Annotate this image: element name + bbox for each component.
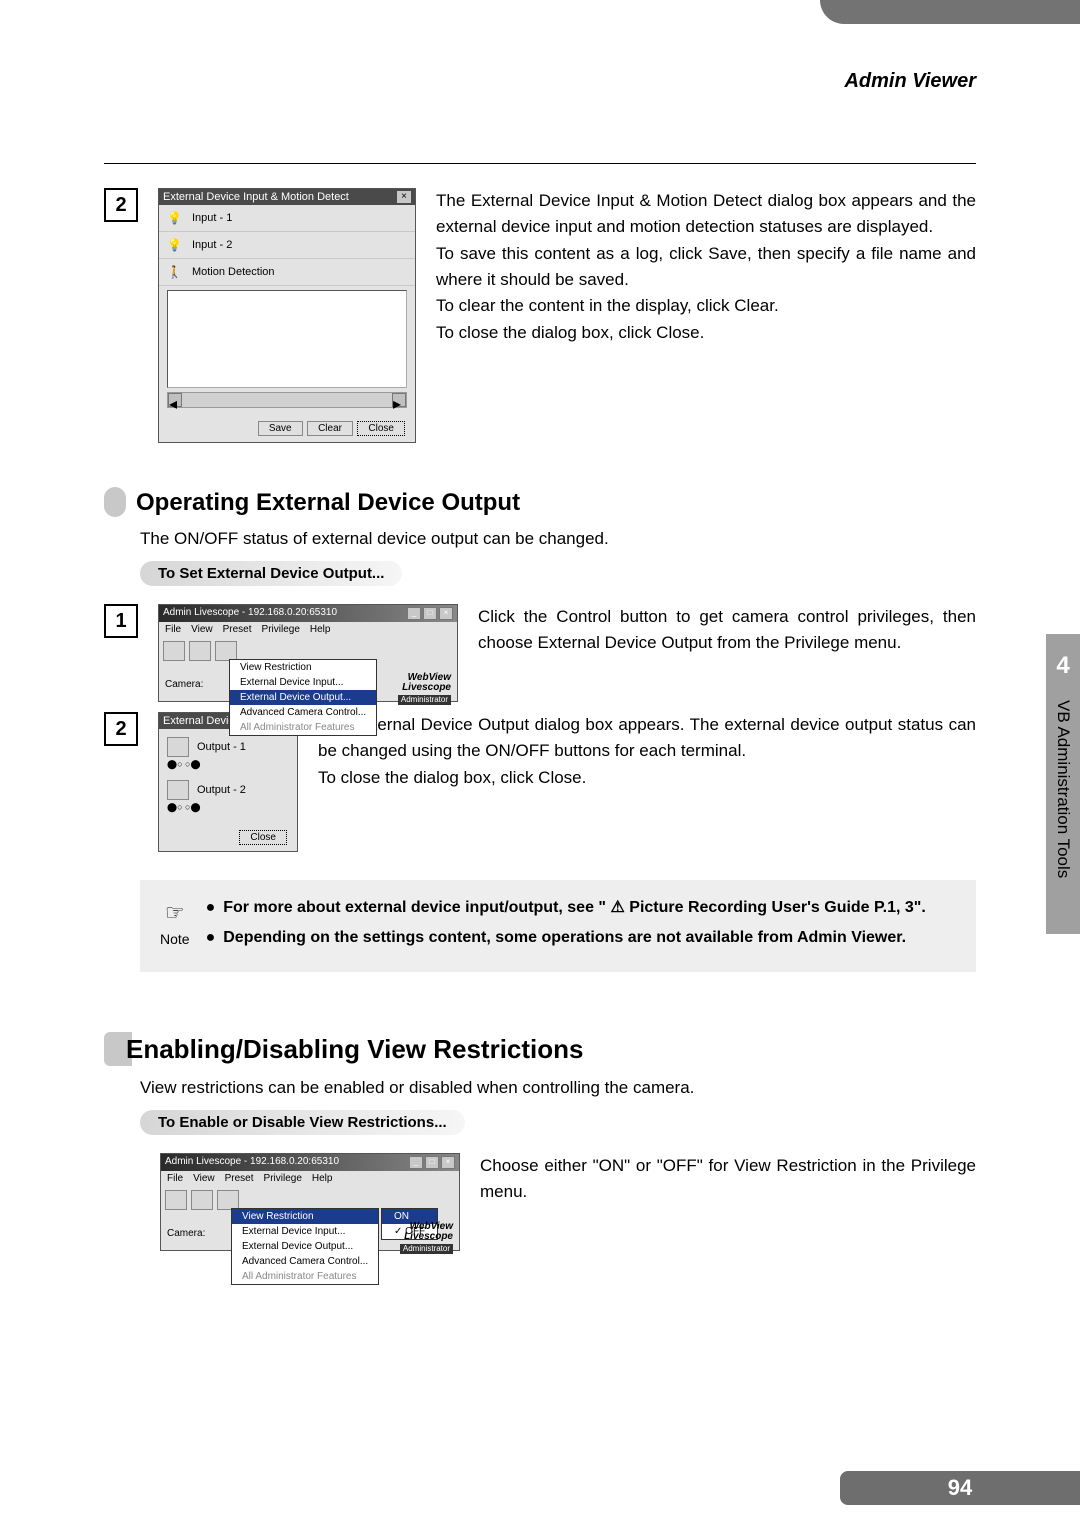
note-box: ☞ Note ● For more about external device …	[140, 880, 976, 972]
menu-file[interactable]: File	[167, 1173, 183, 1184]
input-label: Input - 2	[192, 239, 232, 251]
privilege-submenu[interactable]: View Restriction External Device Input..…	[229, 659, 377, 736]
input-row: 💡 Input - 2	[159, 232, 415, 259]
privilege-submenu[interactable]: View Restriction External Device Input..…	[231, 1208, 379, 1285]
motion-icon: 🚶	[167, 265, 182, 279]
menu-item[interactable]: External Device Input...	[230, 675, 376, 690]
app-titlebar: Admin Livescope - 192.168.0.20:65310 _□×	[159, 605, 457, 622]
bullet-icon: ●	[206, 896, 216, 920]
tool-button[interactable]	[189, 641, 211, 661]
step-badge: 2	[104, 712, 138, 746]
body-text: Choose either "ON" or "OFF" for View Res…	[480, 1153, 976, 1206]
log-area	[167, 290, 407, 388]
motion-row: 🚶 Motion Detection	[159, 259, 415, 286]
menu-item-selected[interactable]: View Restriction	[232, 1209, 378, 1224]
top-decor	[0, 0, 1080, 24]
menu-view[interactable]: View	[191, 624, 213, 635]
camera-label: Camera:	[165, 679, 203, 690]
close-button[interactable]: Close	[357, 421, 405, 436]
menu-item-disabled: All Administrator Features	[230, 720, 376, 735]
menu-item[interactable]: Advanced Camera Control...	[230, 705, 376, 720]
camera-label: Camera:	[167, 1228, 205, 1239]
save-button[interactable]: Save	[258, 421, 303, 436]
menu-privilege[interactable]: Privilege	[264, 1173, 302, 1184]
webview-logo: WebViewLivescope Administrator	[400, 1222, 453, 1254]
indicator-icon	[167, 780, 189, 800]
note-label-text: Note	[160, 929, 190, 950]
clear-button[interactable]: Clear	[307, 421, 353, 436]
menu-item[interactable]: View Restriction	[230, 660, 376, 675]
section-intro: The ON/OFF status of external device out…	[140, 529, 976, 549]
menu-preset[interactable]: Preset	[225, 1173, 254, 1184]
window-controls[interactable]: _□×	[409, 1156, 455, 1169]
output-label: Output - 1	[197, 741, 246, 753]
body-text: Click the Control button to get camera c…	[478, 604, 976, 657]
body-text: The External Device Input & Motion Detec…	[436, 188, 976, 241]
admin-badge: Administrator	[400, 1244, 453, 1254]
note-text: Depending on the settings content, some …	[223, 926, 906, 950]
body-text: To close the dialog box, click Close.	[436, 320, 976, 346]
sub-heading: To Enable or Disable View Restrictions..…	[140, 1110, 465, 1135]
app-titlebar: Admin Livescope - 192.168.0.20:65310 _□×	[161, 1154, 459, 1171]
chapter-label: VB Administration Tools	[1053, 700, 1073, 878]
step-badge: 1	[104, 604, 138, 638]
menu-item[interactable]: External Device Output...	[232, 1239, 378, 1254]
menu-view[interactable]: View	[193, 1173, 215, 1184]
onoff-toggle[interactable]: ⬤○ ○⬤	[167, 759, 289, 770]
menu-item-disabled: All Administrator Features	[232, 1269, 378, 1284]
body-text: To clear the content in the display, cli…	[436, 293, 976, 319]
body-text: The External Device Output dialog box ap…	[318, 712, 976, 765]
menu-bar[interactable]: File View Preset Privilege Help	[159, 622, 457, 637]
tool-button[interactable]	[191, 1190, 213, 1210]
step-badge: 2	[104, 188, 138, 222]
menu-privilege[interactable]: Privilege	[262, 624, 300, 635]
menu-help[interactable]: Help	[312, 1173, 333, 1184]
body-text: To save this content as a log, click Sav…	[436, 241, 976, 294]
tool-button[interactable]	[163, 641, 185, 661]
menu-file[interactable]: File	[165, 624, 181, 635]
chapter-tab: 4 VB Administration Tools	[1046, 634, 1080, 934]
bulb-icon: 💡	[167, 211, 182, 225]
bulb-icon: 💡	[167, 238, 182, 252]
close-icon[interactable]: ×	[397, 191, 411, 203]
menu-bar[interactable]: File View Preset Privilege Help	[161, 1171, 459, 1186]
dialog-title-text: External Device Input & Motion Detect	[163, 191, 349, 203]
close-button[interactable]: Close	[239, 830, 287, 845]
input-row: 💡 Input - 1	[159, 205, 415, 232]
bullet-icon: ●	[206, 926, 216, 950]
chapter-number: 4	[1046, 634, 1080, 680]
tool-button[interactable]	[217, 1190, 239, 1210]
onoff-toggle[interactable]: ⬤○ ○⬤	[167, 802, 289, 813]
warning-icon: ⚠	[610, 899, 624, 916]
output-label: Output - 2	[197, 784, 246, 796]
section-heading: Enabling/Disabling View Restrictions	[126, 1034, 584, 1065]
note-icon: ☞	[160, 896, 190, 929]
scrollbar[interactable]: ◂▸	[167, 392, 407, 408]
section-intro: View restrictions can be enabled or disa…	[140, 1078, 976, 1098]
app-title: Admin Livescope - 192.168.0.20:65310	[163, 607, 337, 620]
tool-button[interactable]	[215, 641, 237, 661]
admin-badge: Administrator	[398, 695, 451, 705]
body-text: To close the dialog box, click Close.	[318, 765, 976, 791]
section-heading: Operating External Device Output	[136, 489, 520, 517]
header-rule	[104, 163, 976, 164]
indicator-icon	[167, 737, 189, 757]
webview-logo: WebViewLivescope Administrator	[398, 673, 451, 705]
page-number: 94	[840, 1471, 1080, 1505]
app-title: Admin Livescope - 192.168.0.20:65310	[165, 1156, 339, 1169]
menu-help[interactable]: Help	[310, 624, 331, 635]
tool-button[interactable]	[165, 1190, 187, 1210]
sub-heading: To Set External Device Output...	[140, 561, 402, 586]
dialog-titlebar: External Device Input & Motion Detect ×	[159, 189, 415, 205]
note-text: For more about external device input/out…	[223, 896, 926, 920]
menu-item-selected[interactable]: External Device Output...	[230, 690, 376, 705]
section-bullet	[104, 487, 126, 517]
menu-preset[interactable]: Preset	[223, 624, 252, 635]
menu-item[interactable]: Advanced Camera Control...	[232, 1254, 378, 1269]
input-label: Input - 1	[192, 212, 232, 224]
header-title: Admin Viewer	[104, 70, 976, 93]
menu-item[interactable]: External Device Input...	[232, 1224, 378, 1239]
motion-label: Motion Detection	[192, 266, 275, 278]
window-controls[interactable]: _□×	[407, 607, 453, 620]
